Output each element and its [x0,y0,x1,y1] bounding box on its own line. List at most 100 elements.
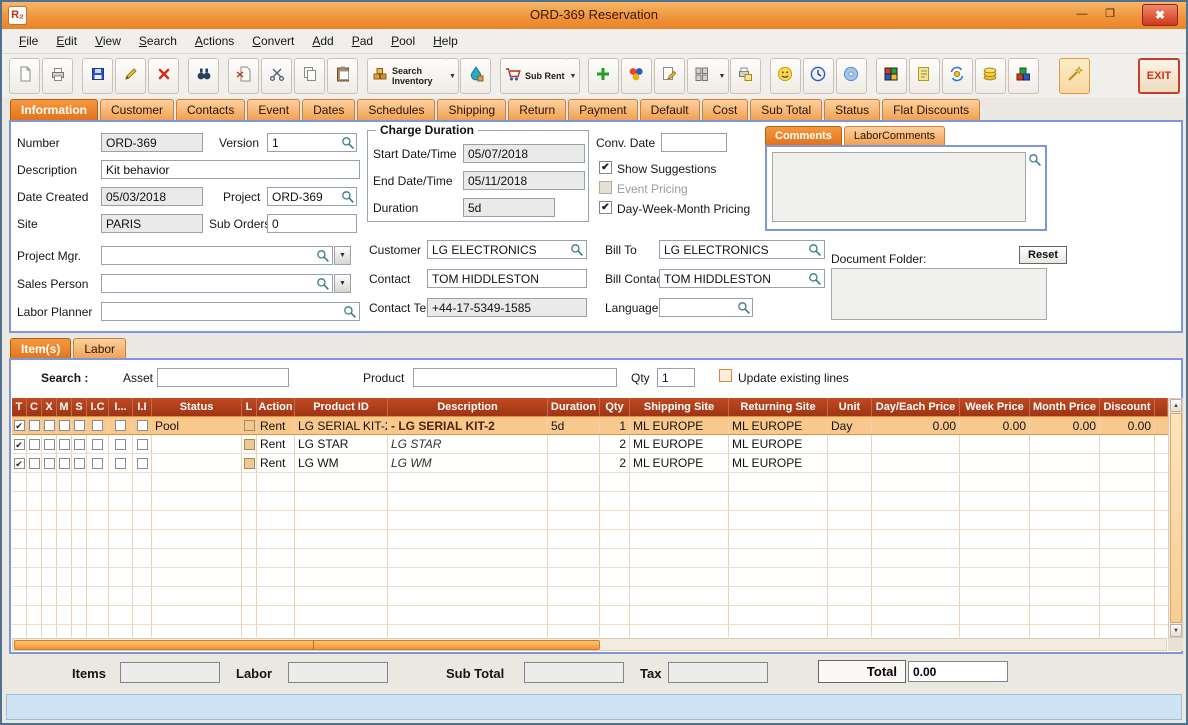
row-checkbox[interactable] [92,457,103,469]
asset-input[interactable] [157,368,289,387]
smiley-button[interactable] [769,58,801,94]
column-header-week-price[interactable]: Week Price [960,398,1030,416]
table-row[interactable] [12,549,1168,568]
paste-button[interactable] [327,58,358,94]
column-header-duration[interactable]: Duration [548,398,600,416]
line-options-icon[interactable] [243,457,255,469]
menu-item-edit[interactable]: Edit [47,30,86,52]
customer-lookup-icon[interactable] [570,243,584,257]
tab-default[interactable]: Default [639,99,700,120]
column-header-i-c[interactable]: I.C [87,398,109,416]
column-header-description[interactable]: Description [388,398,548,416]
row-checkbox[interactable] [115,420,126,431]
stamps-dropdown[interactable]: ▼ [716,58,729,94]
comments-tab-laborcomments[interactable]: LaborComments [843,126,946,145]
tab-cost[interactable]: Cost [701,99,749,120]
tab-information[interactable]: Information [10,99,98,120]
add-line-button[interactable] [587,58,619,94]
vertical-scrollbar-thumb[interactable] [1170,413,1182,623]
horizontal-scrollbar[interactable] [12,638,1167,651]
menu-item-convert[interactable]: Convert [243,30,303,52]
tab-shipping[interactable]: Shipping [437,99,507,120]
language-lookup-icon[interactable] [737,301,751,315]
row-checkbox[interactable] [73,420,85,431]
column-header-i-i[interactable]: I.I [133,398,152,416]
row-checkbox[interactable] [73,438,85,450]
comments-tab-comments[interactable]: Comments [765,126,842,145]
project-mgr-dropdown[interactable]: ▼ [334,246,351,265]
search-inventory-button[interactable]: Search Inventory [367,58,448,94]
row-checkbox[interactable] [92,420,103,431]
menu-item-help[interactable]: Help [424,30,467,52]
table-row[interactable]: ✔ Rent LG STAR LG STAR 2 ML EUROPE ML EUROPE [12,435,1168,454]
row-checkbox[interactable] [136,438,148,450]
column-header-qty[interactable]: Qty [600,398,630,416]
row-checkbox[interactable] [43,438,55,450]
tab-schedules[interactable]: Schedules [357,99,436,120]
row-checkbox[interactable]: ✔ [13,438,25,450]
money-transfer-button[interactable] [941,58,973,94]
tab-payment[interactable]: Payment [568,99,638,120]
duration-field[interactable]: 5d [463,198,555,217]
vertical-scrollbar[interactable]: ▲ ▼ [1168,398,1183,638]
scroll-up-arrow[interactable]: ▲ [1170,399,1182,412]
menu-item-pool[interactable]: Pool [382,30,424,52]
row-checkbox[interactable] [43,457,55,469]
print-button[interactable] [42,58,73,94]
row-checkbox[interactable] [58,438,70,450]
table-row[interactable] [12,530,1168,549]
table-row[interactable]: ✔ Rent LG WM LG WM 2 ML EUROPE ML EUROPE [12,454,1168,473]
note-edit-button[interactable] [653,58,685,94]
project-mgr-field[interactable] [101,246,333,265]
row-checkbox[interactable] [28,420,40,431]
coins-button[interactable] [974,58,1006,94]
column-header-shipping-site[interactable]: Shipping Site [630,398,729,416]
tab-event[interactable]: Event [247,99,301,120]
table-row[interactable]: ✔ Pool Rent LG SERIAL KIT-2- LG SERIAL KIT-… [12,416,1168,435]
qty-input[interactable]: 1 [657,368,695,387]
exit-button[interactable]: EXIT [1138,58,1180,94]
sub-orders-field[interactable]: 0 [267,214,357,233]
title-bar[interactable]: R₂ ORD-369 Reservation — ❒ ✖ [2,2,1186,29]
menu-item-actions[interactable]: Actions [186,30,243,52]
column-header-c[interactable]: C [27,398,42,416]
row-checkbox[interactable] [136,420,148,431]
cut-document-button[interactable] [228,58,259,94]
row-checkbox[interactable] [58,420,70,431]
dwm-pricing-checkbox[interactable]: ✔ [599,201,612,214]
table-row[interactable] [12,568,1168,587]
horizontal-scrollbar-thumb[interactable] [14,640,600,650]
new-document-button[interactable] [9,58,40,94]
delete-button[interactable] [148,58,179,94]
row-checkbox[interactable] [136,457,148,469]
column-header-m[interactable]: M [57,398,72,416]
tab-contacts[interactable]: Contacts [176,99,246,120]
row-checkbox[interactable] [115,457,126,469]
tab-return[interactable]: Return [508,99,567,120]
column-header-x[interactable]: X [42,398,57,416]
tab-sub-total[interactable]: Sub Total [750,99,823,120]
project-lookup-icon[interactable] [341,190,355,204]
row-checkbox[interactable]: ✔ [13,457,25,469]
cd-button[interactable] [835,58,867,94]
bill-to-lookup-icon[interactable] [808,243,822,257]
column-header-action[interactable]: Action [257,398,295,416]
stamps-button[interactable] [686,58,718,94]
row-checkbox[interactable] [43,420,55,431]
number-field[interactable]: ORD-369 [101,133,203,152]
items-tab-labor[interactable]: Labor [73,338,127,359]
version-lookup-icon[interactable] [341,136,355,150]
column-header-t[interactable]: T [12,398,27,416]
table-row[interactable] [12,625,1168,637]
end-date-field[interactable]: 05/11/2018 [463,171,585,190]
row-checkbox[interactable] [58,457,70,469]
reset-button[interactable]: Reset [1019,246,1067,264]
print-setup-button[interactable] [729,58,761,94]
close-button[interactable]: ✖ [1142,4,1178,26]
sales-person-field[interactable] [101,274,333,293]
conv-date-field[interactable] [661,133,727,152]
bill-to-field[interactable]: LG ELECTRONICS [659,240,825,259]
document-folder-box[interactable] [831,268,1047,320]
contact-field[interactable]: TOM HIDDLESTON [427,269,587,288]
column-header-discount[interactable]: Discount [1100,398,1155,416]
